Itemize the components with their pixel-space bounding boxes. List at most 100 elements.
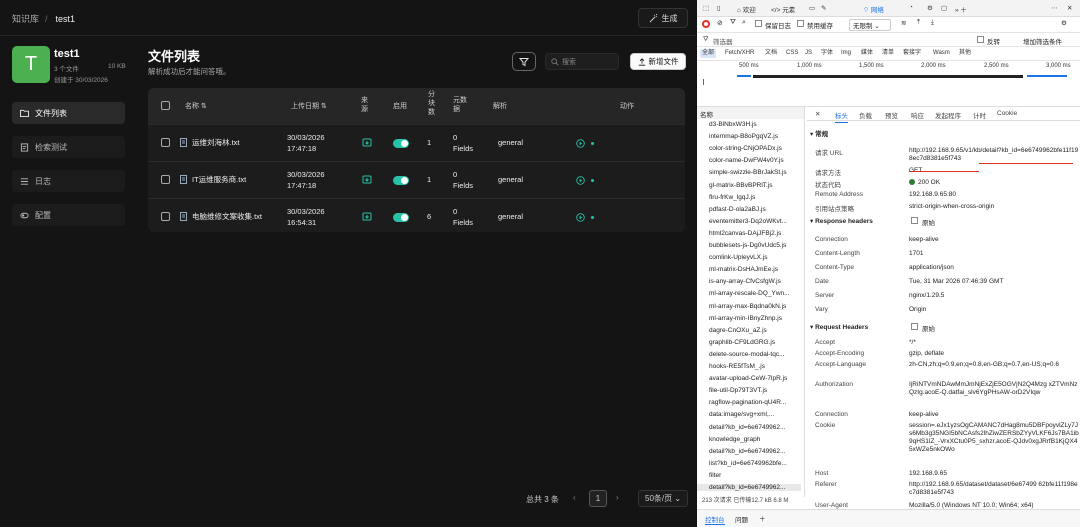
upload-icon[interactable]: ⤒ (917, 19, 920, 27)
generate-button[interactable]: 生成 (638, 8, 688, 28)
next-page-icon[interactable]: › (616, 493, 619, 502)
list-item[interactable]: knowledge_graph (709, 436, 760, 443)
settings-icon[interactable]: ⚙ (1061, 19, 1067, 27)
invert-checkbox[interactable] (977, 36, 984, 43)
list-item[interactable]: detail?kb_id=6e6749962... (709, 448, 785, 455)
clear-icon[interactable]: ⊘ (717, 19, 723, 27)
add-tab-icon[interactable]: ＋ (759, 513, 766, 523)
select-all-checkbox[interactable] (161, 101, 170, 110)
add-file-button[interactable]: 新增文件 (630, 53, 686, 70)
filter-input[interactable]: 筛选器 (713, 36, 733, 46)
devtab-memory-icon[interactable]: ⚙ (927, 4, 933, 12)
page-number-button[interactable]: 1 (589, 490, 607, 507)
list-item[interactable]: dagre-CnOXu_aZ.js (709, 327, 767, 334)
devtab-sources[interactable]: ▭ (809, 4, 815, 12)
list-item[interactable]: ml-array-min-IBnyZhnp.js (709, 315, 782, 322)
raw-checkbox[interactable] (911, 323, 918, 330)
search-icon[interactable]: ⌕ (742, 19, 746, 27)
list-item[interactable]: list?kb_id=6e6749962bfe... (709, 460, 787, 467)
section-general[interactable]: ▾ 常规 (810, 128, 828, 138)
devtab-network[interactable]: ⌔ 网络 (863, 4, 884, 14)
list-item[interactable]: graphlib-CF9LdGRG.js (709, 339, 775, 346)
col-name[interactable]: 名称 ⇅ (185, 102, 207, 111)
play-icon[interactable] (576, 213, 585, 222)
type-fetch[interactable]: Fetch/XHR (723, 49, 756, 58)
parser-name[interactable]: general (498, 137, 523, 148)
list-item[interactable]: filter (709, 472, 721, 479)
throttle-select[interactable]: 无限制 ⌄ (849, 19, 891, 31)
list-item[interactable]: detail?kb_id=6e6749962... (697, 484, 801, 491)
devtab-application-icon[interactable]: ▢ (941, 4, 947, 12)
list-item[interactable]: ml-array-rescale-DQ_Ywn... (709, 290, 790, 297)
close-icon[interactable]: ✕ (1067, 4, 1072, 12)
file-name[interactable]: 运维刘海林.txt (192, 137, 240, 148)
row-checkbox[interactable] (161, 175, 170, 184)
drawer-tab-issues[interactable]: 问题 (735, 514, 748, 524)
type-img[interactable]: Img (839, 49, 853, 58)
list-item[interactable]: detail?kb_id=6e6749962... (709, 424, 785, 431)
drawer-tab-console[interactable]: 控制台 (705, 514, 725, 525)
preserve-log-checkbox[interactable] (755, 20, 762, 27)
type-manifest[interactable]: 清单 (880, 49, 896, 58)
list-item[interactable]: comlink-UpleyvLX.js (709, 254, 768, 261)
list-item[interactable]: simple-swizzle-BBrJakSt.js (709, 169, 787, 176)
close-icon[interactable]: ✕ (815, 110, 820, 118)
sidebar-item-logs[interactable]: 日志 (12, 170, 125, 192)
enable-toggle[interactable] (393, 213, 409, 222)
network-timeline[interactable]: 500 ms 1,000 ms 1,500 ms 2,000 ms 2,500 … (697, 61, 1080, 107)
list-item[interactable]: is-any-array-CfvCsfgW.js (709, 278, 781, 285)
file-name[interactable]: 电脑维修文案收集.txt (192, 211, 262, 222)
section-response-headers[interactable]: ▾ Response headers (810, 217, 873, 225)
list-item[interactable]: ml-matrix-DsHAJmEe.js (709, 266, 778, 273)
page-size-select[interactable]: 50条/页 ⌄ (638, 490, 688, 507)
parser-name[interactable]: general (498, 211, 523, 222)
disable-cache-checkbox[interactable] (797, 20, 804, 27)
list-item[interactable]: delete-source-modal-tqc... (709, 351, 785, 358)
type-doc[interactable]: 文档 (763, 49, 779, 58)
tab-timing[interactable]: 计时 (973, 110, 986, 120)
list-item[interactable]: flru-frKw_lgqJ.js (709, 194, 755, 201)
tab-payload[interactable]: 负载 (859, 110, 872, 120)
list-item[interactable]: hooks-RE5fTsM_.js (709, 363, 765, 370)
list-item[interactable]: avatar-upload-CeW-7lpR.js (709, 375, 787, 382)
sidebar-item-files[interactable]: 文件列表 (12, 102, 125, 124)
metadata-fields[interactable]: 0 Fields (453, 206, 473, 228)
sidebar-item-retrieval[interactable]: 检索测试 (12, 136, 125, 158)
list-item[interactable]: file-util-Dp79T3VT.js (709, 387, 767, 394)
list-item[interactable]: data:image/svg+xml,... (709, 411, 774, 418)
file-name[interactable]: IT运维服务商.txt (192, 174, 246, 185)
type-js[interactable]: JS (803, 49, 814, 58)
wifi-icon[interactable]: ≋ (901, 19, 906, 27)
list-item[interactable]: eventemitter3-Dq2oWKvt... (709, 218, 787, 225)
sidebar-item-config[interactable]: 配置 (12, 204, 125, 226)
type-other[interactable]: 其他 (957, 49, 973, 58)
type-media[interactable]: 媒体 (859, 49, 875, 58)
device-icon[interactable]: ▯ (717, 4, 721, 12)
metadata-fields[interactable]: 0 Fields (453, 132, 473, 154)
enable-toggle[interactable] (393, 139, 409, 148)
table-row[interactable]: IT运维服务商.txt 30/03/2026 17:47:18 1 0 Fields… (148, 161, 685, 198)
type-wasm[interactable]: Wasm (931, 49, 952, 58)
parser-name[interactable]: general (498, 174, 523, 185)
list-item[interactable]: ml-array-max-Bqdna0kN.js (709, 303, 786, 310)
raw-checkbox[interactable] (911, 217, 918, 224)
list-item[interactable]: color-string-CNjOPADx.js (709, 145, 782, 152)
list-item[interactable]: bubblesets-js-Dg0vUdc5.js (709, 242, 786, 249)
record-icon[interactable] (702, 20, 710, 28)
prev-page-icon[interactable]: ‹ (573, 493, 576, 502)
inspect-icon[interactable]: ⬚ (703, 4, 709, 12)
type-socket[interactable]: 套接字 (901, 49, 923, 58)
type-all[interactable]: 全部 (700, 49, 717, 58)
devtab-welcome[interactable]: ⌂ 欢迎 (737, 4, 756, 14)
list-item[interactable]: color-name-DwFW4v0Y.js (709, 157, 784, 164)
filter-icon[interactable]: ⛛ (730, 19, 736, 27)
tab-response[interactable]: 响应 (911, 110, 924, 120)
breadcrumb-root[interactable]: 知识库 (12, 14, 39, 24)
download-icon[interactable]: ⤓ (931, 19, 934, 27)
list-item[interactable]: html2canvas-DAjJFBj2.js (709, 230, 781, 237)
devtab-elements[interactable]: </> 元素 (771, 4, 795, 14)
play-icon[interactable] (576, 139, 585, 148)
filter-button[interactable] (512, 52, 536, 71)
devtab-more[interactable]: » ＋ (955, 4, 967, 14)
devtab-performance-icon[interactable]: ◔ (909, 4, 913, 11)
